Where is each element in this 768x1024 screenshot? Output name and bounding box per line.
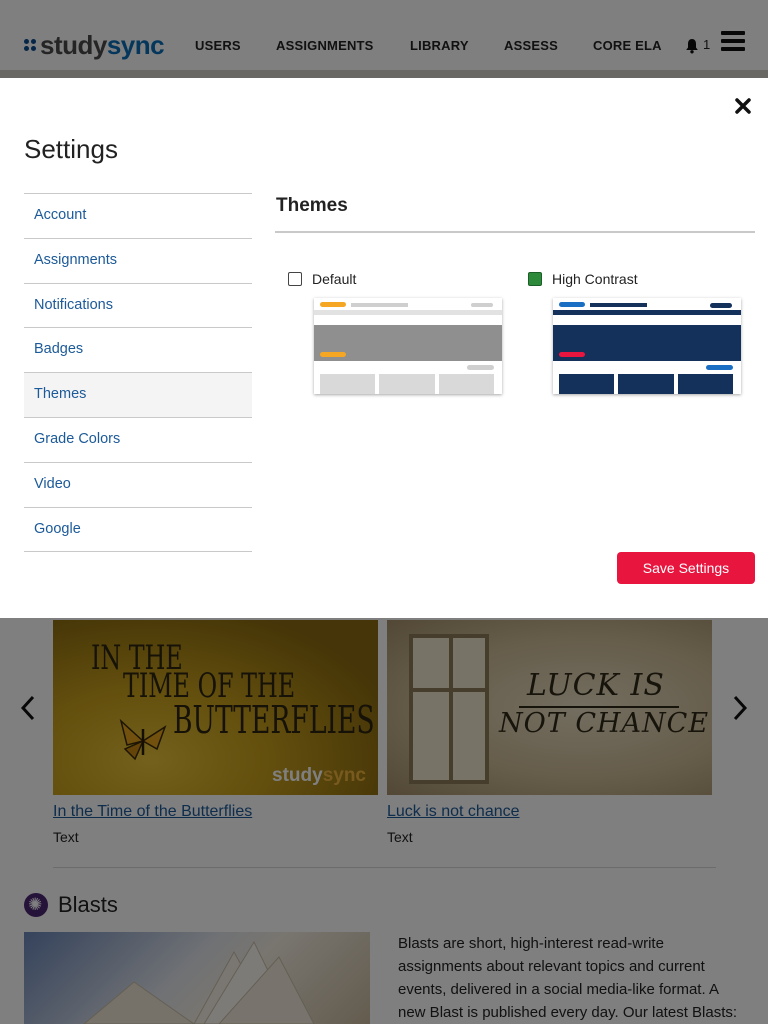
theme-option-default[interactable]: Default — [288, 270, 356, 288]
menu-item-assignments[interactable]: Assignments — [24, 239, 252, 284]
menu-item-notifications[interactable]: Notifications — [24, 284, 252, 329]
modal-title: Settings — [24, 134, 118, 164]
theme-option-high-contrast[interactable]: High Contrast — [528, 270, 638, 288]
default-theme-preview[interactable] — [314, 298, 502, 394]
menu-item-account[interactable]: Account — [24, 194, 252, 239]
settings-side-menu: Account Assignments Notifications Badges… — [24, 193, 252, 553]
high-contrast-theme-preview[interactable] — [553, 298, 741, 394]
menu-item-badges[interactable]: Badges — [24, 328, 252, 374]
modal-backdrop-bottom[interactable] — [0, 618, 768, 1024]
theme-label: High Contrast — [552, 271, 638, 287]
menu-item-grade-colors[interactable]: Grade Colors — [24, 418, 252, 463]
menu-item-themes[interactable]: Themes — [24, 373, 252, 418]
high-contrast-theme-checkbox[interactable] — [528, 272, 542, 286]
section-divider — [275, 231, 755, 233]
default-theme-checkbox[interactable] — [288, 272, 302, 286]
menu-item-google[interactable]: Google — [24, 508, 252, 553]
menu-item-video[interactable]: Video — [24, 463, 252, 508]
section-title: Themes — [276, 195, 348, 216]
save-settings-button[interactable]: Save Settings — [617, 552, 755, 584]
modal-backdrop-top[interactable] — [0, 0, 768, 78]
close-icon[interactable] — [733, 96, 753, 116]
theme-label: Default — [312, 271, 357, 287]
